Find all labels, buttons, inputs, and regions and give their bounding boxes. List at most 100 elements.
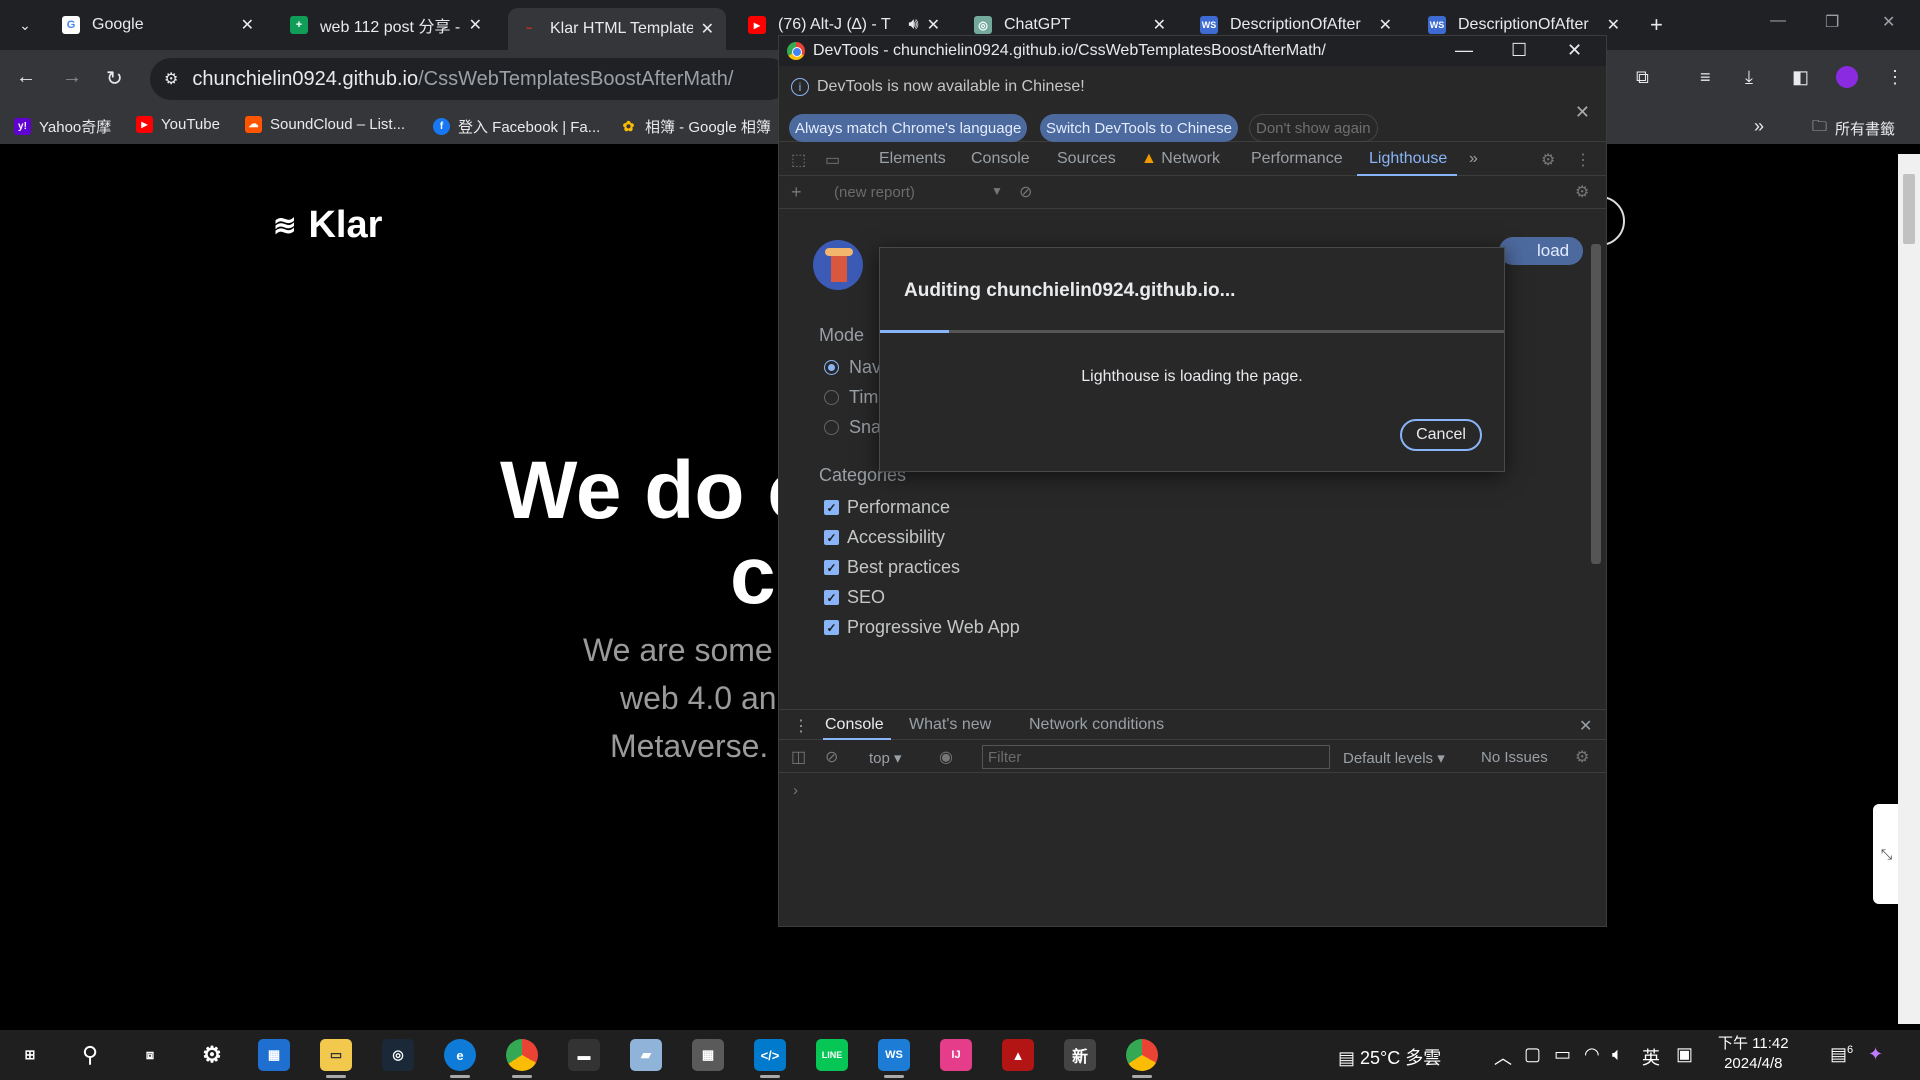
speaker-icon[interactable]: 🔊︎ xyxy=(909,16,919,34)
device-toolbar-icon[interactable]: ▭ xyxy=(825,150,840,170)
tab-search-button[interactable]: ⌄ xyxy=(10,10,40,40)
url-text[interactable]: chunchielin0924.github.io/CssWebTemplate… xyxy=(192,68,733,91)
inspect-element-icon[interactable]: ⬚ xyxy=(791,150,806,170)
settings-icon[interactable]: ⚙ xyxy=(1541,150,1555,170)
task-view-icon[interactable]: ⧈ xyxy=(134,1039,166,1071)
clear-icon[interactable]: ⊘ xyxy=(1019,182,1032,202)
all-bookmarks[interactable]: 🗀 所有書籤 xyxy=(1812,116,1895,141)
more-bookmarks-icon[interactable]: » xyxy=(1754,116,1764,137)
edge-icon[interactable]: e xyxy=(444,1039,476,1078)
mode-navigation[interactable]: Nav xyxy=(824,357,881,378)
acrobat-icon[interactable]: ▲ xyxy=(1002,1039,1034,1071)
sidebar-toggle-icon[interactable]: ◫ xyxy=(791,747,806,767)
camera-icon[interactable]: ▢ xyxy=(1524,1044,1541,1065)
category-seo[interactable]: ✓ SEO xyxy=(824,587,885,608)
switch-language-button[interactable]: Switch DevTools to Chinese xyxy=(1040,114,1238,142)
weather-widget[interactable]: ▤ 25°C 多雲 xyxy=(1338,1044,1441,1070)
maximize-icon[interactable]: ☐ xyxy=(1511,40,1527,61)
bookmark-soundcloud[interactable]: ☁ SoundCloud – List... xyxy=(245,116,405,133)
category-performance[interactable]: ✓ Performance xyxy=(824,497,950,518)
dont-show-again-button[interactable]: Don't show again xyxy=(1249,114,1378,142)
report-select[interactable]: (new report) xyxy=(834,184,915,201)
drawer-menu-icon[interactable]: ⋮ xyxy=(793,716,809,736)
close-icon[interactable]: ✕ xyxy=(1567,40,1582,61)
bookmark-facebook[interactable]: f 登入 Facebook | Fa... xyxy=(433,116,600,137)
search-icon[interactable]: ⚲ xyxy=(74,1039,106,1071)
category-best-practices[interactable]: ✓ Best practices xyxy=(824,557,960,578)
close-window-icon[interactable]: ✕ xyxy=(1882,12,1895,32)
context-select[interactable]: top ▾ xyxy=(869,749,902,767)
chrome-active-icon[interactable] xyxy=(1126,1039,1158,1078)
site-info-icon[interactable]: ⚙ xyxy=(164,69,178,89)
category-accessibility[interactable]: ✓ Accessibility xyxy=(824,527,945,548)
tab-network[interactable]: ▲ Network xyxy=(1141,150,1220,168)
category-pwa[interactable]: ✓ Progressive Web App xyxy=(824,617,1020,638)
steam-icon[interactable]: ◎ xyxy=(382,1039,414,1071)
side-feedback-tab[interactable]: ⤡ xyxy=(1873,804,1900,904)
reload-icon[interactable]: ↻ xyxy=(106,66,123,91)
tab-google[interactable]: G Google ✕ xyxy=(50,8,266,42)
notifications-icon[interactable]: ▤6 xyxy=(1830,1044,1853,1065)
tab-close-icon[interactable]: ✕ xyxy=(701,19,714,39)
tab-close-icon[interactable]: ✕ xyxy=(241,15,254,35)
ime-mode-icon[interactable]: ▣ xyxy=(1676,1044,1693,1065)
analyze-button[interactable]: load xyxy=(1499,237,1584,265)
scrollbar-thumb[interactable] xyxy=(1903,174,1915,244)
intellij-icon[interactable]: IJ xyxy=(940,1039,972,1071)
tab-close-icon[interactable]: ✕ xyxy=(1607,15,1620,35)
minimize-icon[interactable]: — xyxy=(1770,12,1786,30)
bookmark-google-photos[interactable]: ✿ 相簿 - Google 相簿 xyxy=(620,116,771,137)
klar-logo[interactable]: ≋ Klar xyxy=(273,204,382,247)
notepad-icon[interactable]: ▰ xyxy=(630,1039,662,1071)
panel-scrollbar[interactable] xyxy=(1589,226,1603,646)
volume-icon[interactable]: 🔈︎ xyxy=(1612,1044,1623,1065)
settings-gear-icon[interactable]: ⚙ xyxy=(196,1039,228,1071)
scrollbar-thumb[interactable] xyxy=(1591,244,1601,564)
chevron-down-icon[interactable]: ▼ xyxy=(991,184,1003,198)
line-icon[interactable]: LINE xyxy=(816,1039,848,1071)
clear-console-icon[interactable]: ⊘ xyxy=(825,747,838,767)
tab-performance[interactable]: Performance xyxy=(1251,150,1343,168)
address-bar[interactable]: ⚙ chunchielin0924.github.io/CssWebTempla… xyxy=(150,58,790,100)
devtools-menu-icon[interactable]: ⋮ xyxy=(1575,150,1591,170)
store-icon[interactable]: ▦ xyxy=(258,1039,290,1071)
menu-kebab-icon[interactable]: ⋮ xyxy=(1886,67,1904,88)
chrome-icon[interactable] xyxy=(506,1039,538,1078)
extensions-icon[interactable]: ⧉ xyxy=(1636,67,1649,88)
tab-lighthouse[interactable]: Lighthouse xyxy=(1369,150,1447,168)
battery-icon[interactable]: ▭ xyxy=(1554,1044,1571,1065)
tab-close-icon[interactable]: ✕ xyxy=(927,15,940,35)
console-prompt-icon[interactable]: › xyxy=(793,782,798,799)
console-settings-icon[interactable]: ⚙ xyxy=(1575,747,1589,767)
tab-close-icon[interactable]: ✕ xyxy=(1153,15,1166,35)
dictionary-icon[interactable]: 新 xyxy=(1064,1039,1096,1071)
tab-elements[interactable]: Elements xyxy=(879,150,946,168)
tab-sources[interactable]: Sources xyxy=(1057,150,1116,168)
side-panel-icon[interactable]: ◧ xyxy=(1792,67,1809,88)
bookmark-youtube[interactable]: ▶ YouTube xyxy=(136,116,220,133)
terminal-icon[interactable]: ▬ xyxy=(568,1039,600,1071)
drawer-tab-whats-new[interactable]: What's new xyxy=(909,716,991,734)
mode-snapshot[interactable]: Sna xyxy=(824,417,881,438)
tab-close-icon[interactable]: ✕ xyxy=(469,15,482,35)
copilot-icon[interactable]: ✦ xyxy=(1868,1044,1883,1065)
file-explorer-icon[interactable]: ▭ xyxy=(320,1039,352,1078)
add-report-icon[interactable]: + xyxy=(791,182,802,203)
mode-timespan[interactable]: Tim xyxy=(824,387,878,408)
more-tabs-icon[interactable]: » xyxy=(1469,150,1478,168)
cancel-button[interactable]: Cancel xyxy=(1400,419,1482,451)
close-infobar-icon[interactable]: ✕ xyxy=(1575,102,1590,123)
console-filter-input[interactable]: Filter xyxy=(982,745,1330,769)
forward-icon[interactable]: → xyxy=(62,66,82,89)
issues-counter[interactable]: No Issues xyxy=(1481,749,1548,766)
new-tab-button[interactable]: + xyxy=(1650,12,1663,38)
show-hidden-icons[interactable]: ︿ xyxy=(1494,1044,1512,1070)
calculator-icon[interactable]: ▦ xyxy=(692,1039,724,1071)
start-windows-icon[interactable]: ⊞ xyxy=(14,1039,46,1071)
tab-klar[interactable]: ~ Klar HTML Template ✕ xyxy=(508,8,726,50)
log-levels-select[interactable]: Default levels ▾ xyxy=(1343,749,1445,767)
lighthouse-settings-icon[interactable]: ⚙ xyxy=(1575,182,1589,202)
drawer-tab-console[interactable]: Console xyxy=(825,716,884,734)
tab-web112[interactable]: + web 112 post 分享 - ✕ xyxy=(278,8,494,42)
ime-indicator[interactable]: 英 xyxy=(1642,1044,1660,1070)
